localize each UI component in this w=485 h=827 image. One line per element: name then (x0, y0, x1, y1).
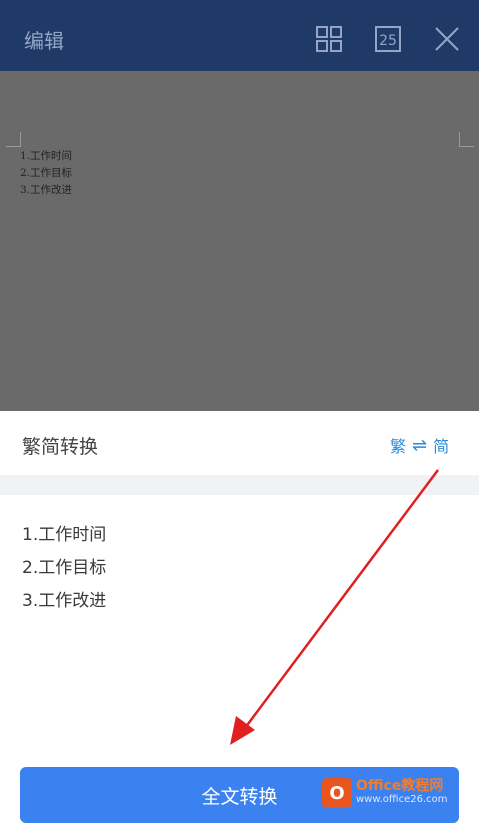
margin-corner-mark (459, 132, 474, 147)
traditional-label: 繁 (390, 437, 407, 456)
watermark-brand: Office教程网 (356, 778, 444, 794)
list-item: 2.工作目标 (22, 558, 107, 578)
watermark-url: www.office26.com (356, 794, 448, 805)
document-line: 3.工作改进 (20, 184, 73, 196)
margin-corner-mark (6, 132, 21, 147)
page-title: 编辑 (24, 29, 64, 53)
edge-strip (479, 0, 485, 827)
swap-arrows-icon: ⇌ (412, 434, 428, 456)
top-bar: 编辑 25 (0, 0, 479, 71)
list-item: 3.工作改进 (22, 591, 107, 611)
simplified-label: 简 (433, 437, 450, 456)
divider-band (0, 475, 479, 495)
panel-title: 繁简转换 (22, 436, 99, 458)
list-item: 1.工作时间 (22, 525, 107, 545)
document-line: 1.工作时间 (20, 150, 73, 162)
office-logo-icon: O (322, 778, 352, 808)
document-line: 2.工作目标 (20, 167, 73, 179)
preview-list: 1.工作时间 2.工作目标 3.工作改进 (22, 519, 106, 618)
trad-simp-toggle[interactable]: 繁 ⇌ 简 (390, 433, 449, 457)
close-icon[interactable] (432, 24, 462, 54)
watermark: O Office教程网 www.office26.com (322, 778, 448, 808)
conversion-panel: 繁简转换 繁 ⇌ 简 1.工作时间 2.工作目标 3.工作改进 全文转换 O O… (0, 411, 479, 827)
page-count-icon[interactable]: 25 (373, 24, 403, 54)
grid-icon[interactable] (314, 24, 344, 54)
document-text: 1.工作时间 2.工作目标 3.工作改进 (20, 148, 72, 199)
document-preview: 1.工作时间 2.工作目标 3.工作改进 (0, 71, 479, 411)
page-count-text: 25 (379, 33, 397, 49)
